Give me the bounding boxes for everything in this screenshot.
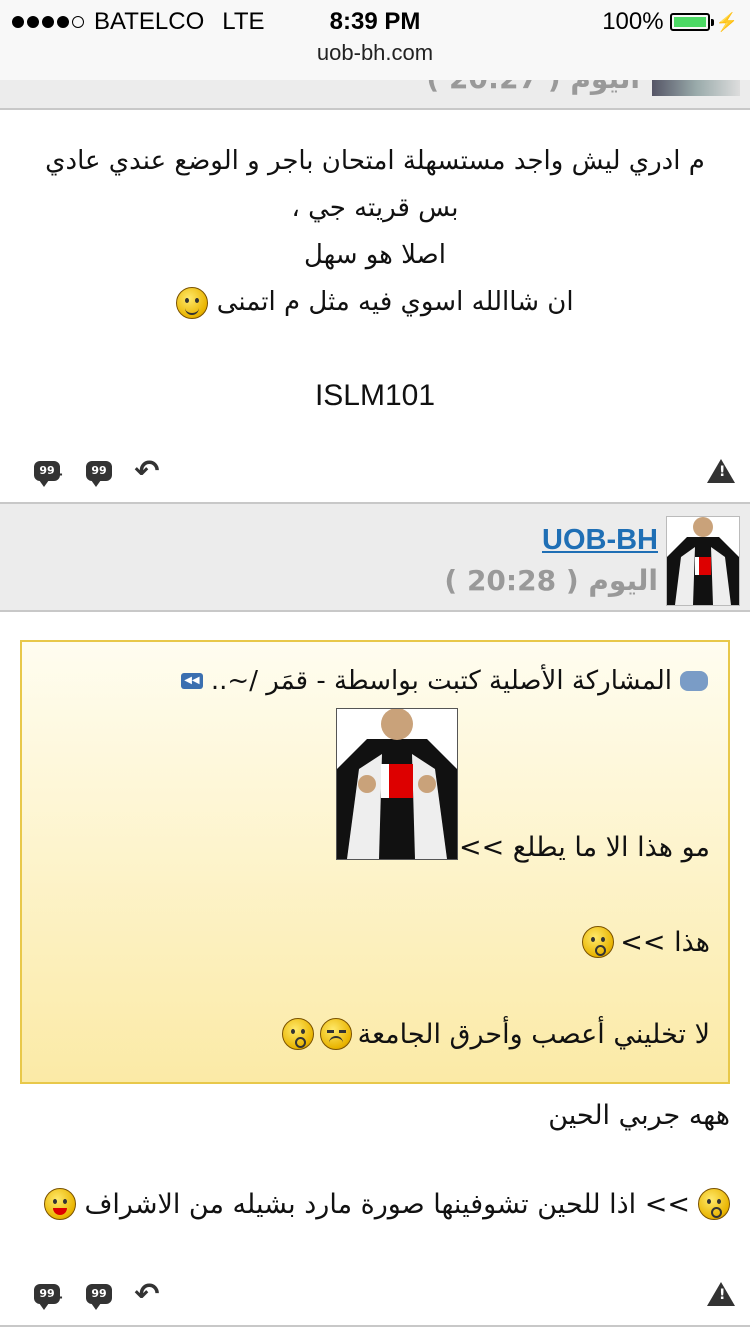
status-bar: BATELCO LTE 8:39 PM 100% ⚡ uob-bh.com bbox=[0, 0, 750, 81]
report-button[interactable]: ! bbox=[704, 455, 738, 487]
course-code: ISLM101 bbox=[314, 379, 436, 412]
post-body: م ادري ليش واجد مستسهلة امتحان باجر و ال… bbox=[20, 138, 730, 326]
report-button[interactable]: ! bbox=[704, 1278, 738, 1310]
post-line: اصلا هو سهل bbox=[304, 240, 446, 270]
quote-button[interactable]: 99 bbox=[82, 455, 116, 487]
surprised-smiley-icon bbox=[698, 1188, 730, 1220]
reply-text: ههه جربي الحين bbox=[548, 1100, 730, 1131]
quote-button[interactable]: 99 bbox=[82, 1278, 116, 1310]
quote-line: هذا >> bbox=[582, 926, 710, 958]
previous-post-avatar[interactable] bbox=[652, 80, 740, 96]
reply-text-line: >> اذا للحين تشوفينها صورة مارد بشيله من… bbox=[44, 1188, 730, 1220]
post-header: UOB-BH اليوم ( 20:28 ) bbox=[0, 502, 750, 612]
quote-text: مو هذا الا ما يطلع >> bbox=[458, 832, 710, 863]
username-link[interactable]: UOB-BH bbox=[542, 524, 658, 557]
multi-quote-button[interactable]: 99 + bbox=[30, 455, 64, 487]
post-actions: 99 + 99 ↶ ! bbox=[0, 1276, 750, 1318]
surprised-smiley-icon bbox=[582, 926, 615, 958]
annoyed-smiley-icon bbox=[319, 1018, 352, 1050]
tongue-smiley-icon bbox=[44, 1188, 77, 1220]
reply-text: >> اذا للحين تشوفينها صورة مارد بشيله من… bbox=[84, 1188, 690, 1220]
post-line: بس قريته جي ، bbox=[291, 193, 459, 223]
address-bar-url[interactable]: uob-bh.com bbox=[0, 40, 750, 66]
post-line-with-smiley: ان شاالله اسوي فيه مثل م اتمنى bbox=[20, 279, 730, 326]
reply-icon: ↶ bbox=[134, 453, 160, 489]
post-line: م ادري ليش واجد مستسهلة امتحان باجر و ال… bbox=[45, 146, 705, 176]
report-icon: ! bbox=[707, 459, 735, 483]
divider bbox=[0, 1325, 750, 1327]
previous-post-header: اليوم ( 20:27 ) bbox=[0, 80, 750, 110]
multi-quote-icon: 99 + bbox=[34, 1284, 64, 1310]
quote-marks-icon bbox=[680, 671, 708, 691]
previous-post-date: اليوم ( 20:27 ) bbox=[426, 80, 640, 95]
quote-text: لا تخليني أعصب وأحرق الجامعة bbox=[357, 1018, 710, 1050]
quote-icon: 99 bbox=[86, 1284, 112, 1310]
quoted-image[interactable] bbox=[336, 708, 458, 860]
reply-icon: ↶ bbox=[134, 1276, 160, 1312]
post-actions: 99 + 99 ↶ ! bbox=[0, 453, 750, 495]
quote-block: المشاركة الأصلية كتبت بواسطة - قمَر /~..… bbox=[20, 640, 730, 1084]
report-icon: ! bbox=[707, 1282, 735, 1306]
quote-line: لا تخليني أعصب وأحرق الجامعة bbox=[281, 1018, 710, 1050]
quote-icon: 99 bbox=[86, 461, 112, 487]
battery-status: 100% ⚡ bbox=[602, 8, 738, 36]
post-date: اليوم ( 20:28 ) bbox=[444, 564, 658, 597]
avatar[interactable] bbox=[666, 516, 740, 606]
reply-button[interactable]: ↶ bbox=[130, 453, 164, 489]
quote-author: المشاركة الأصلية كتبت بواسطة - قمَر /~.. bbox=[210, 666, 672, 696]
post-line: ان شاالله اسوي فيه مثل م اتمنى bbox=[216, 287, 574, 317]
multi-quote-button[interactable]: 99 + bbox=[30, 1278, 64, 1310]
battery-percent: 100% bbox=[602, 8, 664, 35]
shouting-smiley-icon bbox=[281, 1018, 314, 1050]
quote-header: المشاركة الأصلية كتبت بواسطة - قمَر /~..… bbox=[180, 666, 708, 696]
quote-line: مو هذا الا ما يطلع >> bbox=[459, 832, 710, 863]
reply-button[interactable]: ↶ bbox=[130, 1276, 164, 1312]
reply-text-line: ههه جربي الحين bbox=[548, 1100, 730, 1131]
laughing-smiley-icon bbox=[176, 286, 209, 319]
battery-icon bbox=[669, 13, 714, 31]
multi-quote-icon: 99 + bbox=[34, 461, 64, 487]
quote-text: هذا >> bbox=[620, 926, 710, 958]
view-post-icon[interactable]: ◀◀ bbox=[180, 673, 203, 689]
charging-icon: ⚡ bbox=[715, 11, 738, 32]
